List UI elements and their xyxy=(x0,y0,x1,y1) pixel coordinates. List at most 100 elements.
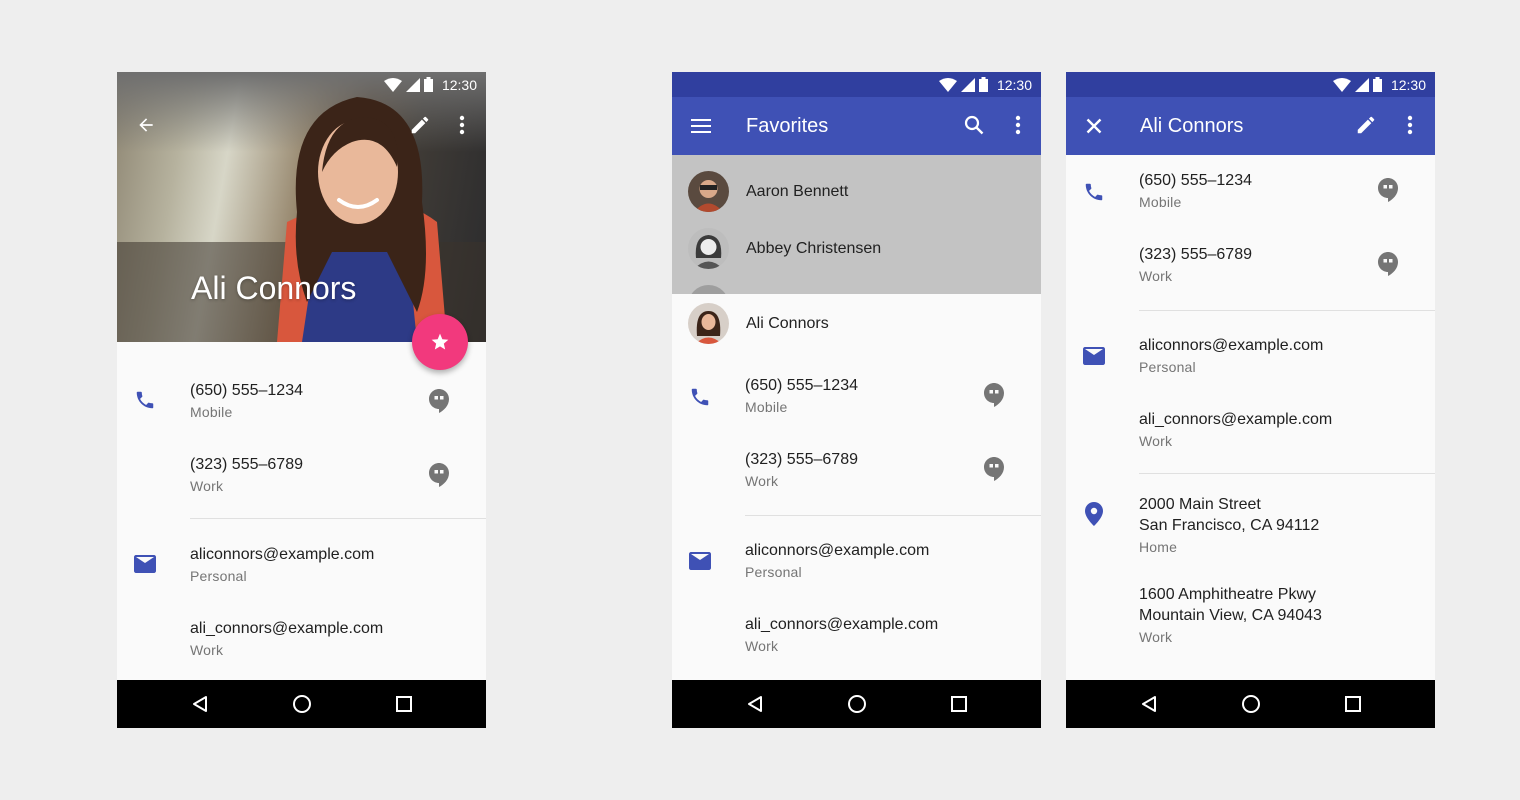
phone-label: Work xyxy=(745,473,779,489)
email-row-personal[interactable]: aliconnors@example.com Personal xyxy=(1066,328,1435,398)
email-row-work[interactable]: ali_connors@example.com Work xyxy=(117,610,486,680)
wifi-icon xyxy=(383,77,402,92)
back-arrow-icon[interactable] xyxy=(130,109,162,141)
email-label: Work xyxy=(1139,433,1173,449)
favorite-name: Abbey Christensen xyxy=(746,240,882,257)
wifi-icon xyxy=(938,77,957,92)
more-vert-icon[interactable] xyxy=(446,109,478,141)
battery-icon xyxy=(978,77,988,92)
section-divider xyxy=(1139,473,1435,474)
phone-icon xyxy=(133,388,157,412)
email-label: Work xyxy=(745,638,779,654)
contact-detail-screen-photo: Ali Connors 12:30 (650) 555–1234 Mobile … xyxy=(117,72,486,728)
edit-pencil-icon[interactable] xyxy=(404,109,436,141)
status-time: 12:30 xyxy=(996,76,1032,93)
phone-label: Work xyxy=(1139,268,1173,284)
phone-label: Mobile xyxy=(1139,194,1182,210)
system-nav-bar xyxy=(672,680,1041,728)
back-triangle-icon[interactable] xyxy=(1132,687,1166,721)
phone-icon xyxy=(688,385,712,409)
battery-icon xyxy=(1372,77,1382,92)
app-bar-title: Ali Connors xyxy=(1140,115,1244,137)
home-circle-icon[interactable] xyxy=(840,687,874,721)
phone-number: (323) 555–6789 xyxy=(190,456,303,473)
contact-detail-screen: Ali Connors 12:30 (650) 555–1234 Mobile … xyxy=(1066,72,1435,728)
phone-row-mobile[interactable]: (650) 555–1234 Mobile xyxy=(1066,164,1435,234)
edit-pencil-icon[interactable] xyxy=(1350,109,1382,141)
favorite-fab[interactable] xyxy=(412,314,468,370)
email-address: aliconnors@example.com xyxy=(1139,337,1324,354)
address-line1: 1600 Amphitheatre Pkwy xyxy=(1139,586,1316,603)
close-icon[interactable] xyxy=(1078,110,1110,142)
phone-row-work[interactable]: (323) 555–6789 Work xyxy=(672,443,1041,513)
app-bar-title: Favorites xyxy=(746,115,829,137)
back-triangle-icon[interactable] xyxy=(183,687,217,721)
phone-number: (650) 555–1234 xyxy=(190,382,303,399)
contact-detail-sheet: Ali Connors (650) 555–1234 Mobile (323) … xyxy=(672,294,1041,680)
email-label: Personal xyxy=(745,564,802,580)
selected-contact-row[interactable]: Ali Connors xyxy=(672,294,1041,352)
contact-name-title: Ali Connors xyxy=(191,270,357,306)
email-row-personal[interactable]: aliconnors@example.com Personal xyxy=(672,533,1041,603)
phone-number: (323) 555–6789 xyxy=(745,451,858,468)
recents-square-icon[interactable] xyxy=(942,687,976,721)
hangouts-icon[interactable] xyxy=(983,383,1005,407)
email-row-personal[interactable]: aliconnors@example.com Personal xyxy=(117,536,486,606)
more-vert-icon[interactable] xyxy=(1002,109,1034,141)
avatar xyxy=(688,228,729,269)
recents-square-icon[interactable] xyxy=(1336,687,1370,721)
email-label: Personal xyxy=(1139,359,1196,375)
phone-row-mobile[interactable]: (650) 555–1234 Mobile xyxy=(117,372,486,442)
section-divider xyxy=(190,518,486,519)
email-address: ali_connors@example.com xyxy=(190,620,384,637)
search-icon[interactable] xyxy=(958,109,990,141)
email-address: aliconnors@example.com xyxy=(745,542,930,559)
phone-number: (650) 555–1234 xyxy=(1139,172,1252,189)
avatar xyxy=(688,171,729,212)
address-label: Work xyxy=(1139,629,1173,645)
email-address: ali_connors@example.com xyxy=(1139,411,1333,428)
email-address: ali_connors@example.com xyxy=(745,616,939,633)
email-row-work[interactable]: ali_connors@example.com Work xyxy=(672,607,1041,677)
hangouts-icon[interactable] xyxy=(428,389,450,413)
hangouts-icon[interactable] xyxy=(1377,252,1399,276)
star-icon xyxy=(431,333,449,350)
section-divider xyxy=(1139,310,1435,311)
status-bar: 12:30 xyxy=(672,72,1041,97)
email-row-work[interactable]: ali_connors@example.com Work xyxy=(1066,402,1435,472)
hangouts-icon[interactable] xyxy=(983,457,1005,481)
location-pin-icon xyxy=(1082,502,1106,526)
contact-header-photo: Ali Connors xyxy=(117,72,486,342)
phone-row-work[interactable]: (323) 555–6789 Work xyxy=(1066,238,1435,308)
hangouts-icon[interactable] xyxy=(428,463,450,487)
home-circle-icon[interactable] xyxy=(1234,687,1268,721)
phone-row-work[interactable]: (323) 555–6789 Work xyxy=(117,446,486,516)
more-vert-icon[interactable] xyxy=(1394,109,1426,141)
back-triangle-icon[interactable] xyxy=(738,687,772,721)
favorite-item[interactable]: Aaron Bennett xyxy=(672,163,1041,219)
recents-square-icon[interactable] xyxy=(387,687,421,721)
system-nav-bar xyxy=(117,680,486,728)
email-icon xyxy=(133,552,157,576)
phone-label: Work xyxy=(190,478,224,494)
address-row-work[interactable]: 1600 Amphitheatre Pkwy Mountain View, CA… xyxy=(1066,582,1435,662)
wifi-icon xyxy=(1332,77,1351,92)
email-address: aliconnors@example.com xyxy=(190,546,375,563)
favorite-item[interactable]: Abbey Christensen xyxy=(672,220,1041,276)
favorite-name: Aaron Bennett xyxy=(746,183,849,200)
favorites-screen: Favorites 12:30 Aaron Bennett Abbey Chri… xyxy=(672,72,1041,728)
avatar xyxy=(688,285,729,294)
address-row-home[interactable]: 2000 Main Street San Francisco, CA 94112… xyxy=(1066,492,1435,572)
email-icon xyxy=(1082,344,1106,368)
address-label: Home xyxy=(1139,539,1178,555)
home-circle-icon[interactable] xyxy=(285,687,319,721)
status-time: 12:30 xyxy=(441,76,477,93)
avatar xyxy=(688,303,729,344)
menu-icon[interactable] xyxy=(685,110,717,142)
system-nav-bar xyxy=(1066,680,1435,728)
phone-number: (650) 555–1234 xyxy=(745,377,858,394)
selected-contact-name: Ali Connors xyxy=(746,315,829,332)
phone-row-mobile[interactable]: (650) 555–1234 Mobile xyxy=(672,369,1041,439)
address-line1: 2000 Main Street xyxy=(1139,496,1261,513)
hangouts-icon[interactable] xyxy=(1377,178,1399,202)
